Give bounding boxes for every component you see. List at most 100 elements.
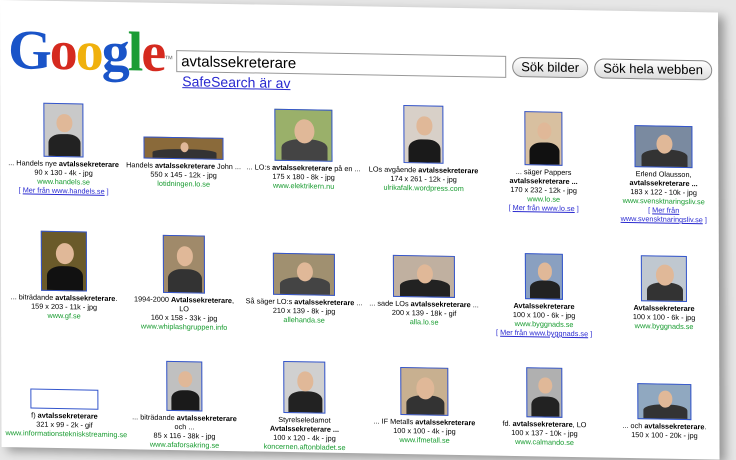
image-result: ... Handels nye avtalssekreterare90 x 13… — [4, 92, 122, 196]
image-result: Avtalssekreterare100 x 100 - 6k - jpgwww… — [485, 234, 603, 338]
person-body — [48, 134, 80, 156]
trademark-mark: ™ — [164, 31, 173, 87]
person-face — [658, 391, 672, 408]
caption-text: ... biträdande — [11, 292, 56, 302]
caption-text: ... biträdande — [132, 412, 177, 422]
more-from-link-text[interactable]: Mer från www.byggnads.se — [500, 328, 588, 339]
result-thumbnail[interactable] — [524, 111, 562, 166]
source-url[interactable]: www.afaforsakring.se — [126, 439, 244, 450]
image-result: ... LO:s avtalssekreterare på en ...175 … — [244, 96, 362, 191]
person-face — [538, 263, 552, 281]
image-result: ... IF Metalls avtalssekreterare100 x 10… — [365, 350, 483, 445]
image-result: Så säger LO:s avtalssekreterare ...210 x… — [245, 230, 363, 325]
person-body — [47, 266, 84, 291]
more-from-site-link[interactable]: [ Mer från www.byggnads.se ] — [485, 327, 603, 338]
caption-text: ... — [471, 300, 479, 309]
person-face — [177, 247, 193, 266]
result-thumbnail[interactable] — [274, 109, 332, 162]
image-result: ... biträdande avtalssekreterareoch ...8… — [125, 346, 243, 450]
source-url[interactable]: www.ifmetall.se — [365, 434, 483, 445]
result-thumbnail[interactable] — [166, 361, 202, 412]
source-url[interactable]: www.calmando.se — [485, 436, 603, 447]
more-from-site-link[interactable]: [ Mer från www.lo.se ] — [485, 202, 603, 213]
person-body — [531, 396, 560, 417]
safesearch-link[interactable]: SafeSearch är av — [182, 73, 290, 91]
person-body — [530, 280, 560, 299]
source-url[interactable]: www.elektrikern.nu — [245, 180, 363, 191]
person-face — [656, 134, 672, 153]
caption-text: . — [704, 422, 706, 431]
source-url[interactable]: alla.lo.se — [365, 316, 483, 327]
caption-text: , — [232, 296, 234, 305]
image-results-grid: ... Handels nye avtalssekreterare90 x 13… — [0, 92, 718, 105]
source-url[interactable]: ulrikafalk.wordpress.com — [365, 182, 483, 193]
image-result: ... säger Pappersavtalssekreterare ...17… — [484, 100, 602, 213]
result-thumbnail[interactable] — [143, 137, 223, 160]
result-thumbnail[interactable] — [283, 361, 325, 414]
more-from-link-text[interactable]: Mer från www.handels.se — [23, 185, 105, 195]
search-web-button[interactable]: Sök hela webben — [594, 58, 712, 80]
result-thumbnail[interactable] — [41, 231, 87, 292]
image-result: Erlend Olausson,avtalssekreterare ...183… — [604, 103, 722, 225]
caption-text: LOs avgående — [369, 164, 419, 174]
result-thumbnail[interactable] — [273, 253, 335, 296]
result-thumbnail[interactable] — [526, 367, 562, 418]
source-url[interactable]: lotidningen.lo.se — [125, 178, 243, 189]
source-url[interactable]: allehanda.se — [245, 314, 363, 325]
result-caption: Erlend Olausson,avtalssekreterare ... — [605, 169, 723, 189]
person-body — [171, 390, 200, 411]
caption-text: Så säger LO:s — [246, 296, 295, 306]
person-body — [408, 139, 440, 163]
image-result: StyrelseledamotAvtalssekreterare ...100 … — [245, 348, 363, 452]
result-thumbnail[interactable] — [393, 255, 455, 298]
person-face — [537, 122, 551, 140]
result-thumbnail[interactable] — [43, 103, 83, 158]
result-thumbnail[interactable] — [400, 367, 448, 416]
source-url[interactable]: www.byggnads.se — [605, 321, 723, 332]
person-body — [168, 269, 202, 293]
image-result: fd. avtalssekreterare, LO100 x 137 - 10k… — [485, 352, 603, 447]
person-face — [180, 142, 188, 152]
more-from-site-link-continued[interactable]: www.svensktnaringsliv.se ] — [605, 214, 723, 225]
result-thumbnail[interactable] — [525, 253, 563, 300]
person-face — [295, 120, 315, 144]
result-thumbnail[interactable] — [163, 235, 205, 294]
image-result: 1994-2000 Avtalssekreterare,LO160 x 158 … — [125, 228, 243, 332]
person-face — [417, 117, 432, 136]
image-result: ... och avtalssekreterare.150 x 100 - 20… — [605, 355, 723, 441]
source-url[interactable]: www.informationstekniskstreaming.se — [5, 428, 123, 439]
caption-text: på en ... — [332, 164, 360, 173]
result-thumbnail[interactable] — [634, 125, 692, 168]
caption-text: John ... — [215, 162, 241, 171]
more-from-site-link[interactable]: [ Mer från www.handels.se ] — [5, 185, 123, 196]
caption-text: ... och — [622, 421, 644, 430]
caption-text: 1994-2000 — [134, 294, 171, 304]
image-result: ... sade LOs avtalssekreterare ...200 x … — [365, 232, 483, 327]
search-images-button[interactable]: Sök bilder — [512, 57, 588, 78]
source-url[interactable]: www.whiplashgruppen.info — [125, 321, 243, 332]
google-logo[interactable]: Google™ — [8, 22, 173, 81]
person-face — [297, 372, 313, 391]
caption-text: Handels — [126, 160, 155, 170]
more-from-link-text[interactable]: Mer från — [652, 205, 679, 214]
caption-text: , LO — [573, 420, 587, 429]
caption-text: ... sade LOs — [369, 298, 410, 308]
result-thumbnail[interactable] — [30, 389, 98, 410]
image-result: ... biträdande avtalssekreterare.159 x 2… — [5, 226, 123, 321]
source-url[interactable]: www.gf.se — [5, 310, 123, 321]
caption-text: fd. — [502, 419, 512, 428]
image-result: Avtalssekreterare100 x 100 - 6k - jpgwww… — [605, 237, 723, 332]
person-face — [656, 265, 674, 286]
result-thumbnail[interactable] — [641, 255, 687, 302]
more-from-link-text[interactable]: Mer från www.lo.se — [513, 203, 575, 213]
caption-text: ... LO:s — [247, 162, 273, 171]
more-from-link-domain[interactable]: www.svensktnaringsliv.se — [621, 214, 703, 224]
result-caption: ... säger Pappersavtalssekreterare ... — [485, 166, 603, 186]
result-thumbnail[interactable] — [637, 383, 691, 420]
caption-text: ... Handels nye — [8, 158, 59, 168]
result-thumbnail[interactable] — [403, 105, 443, 164]
person-face — [416, 377, 434, 399]
result-caption: StyrelseledamotAvtalssekreterare ... — [245, 414, 363, 434]
person-face — [297, 262, 313, 281]
caption-text: . — [115, 294, 117, 303]
